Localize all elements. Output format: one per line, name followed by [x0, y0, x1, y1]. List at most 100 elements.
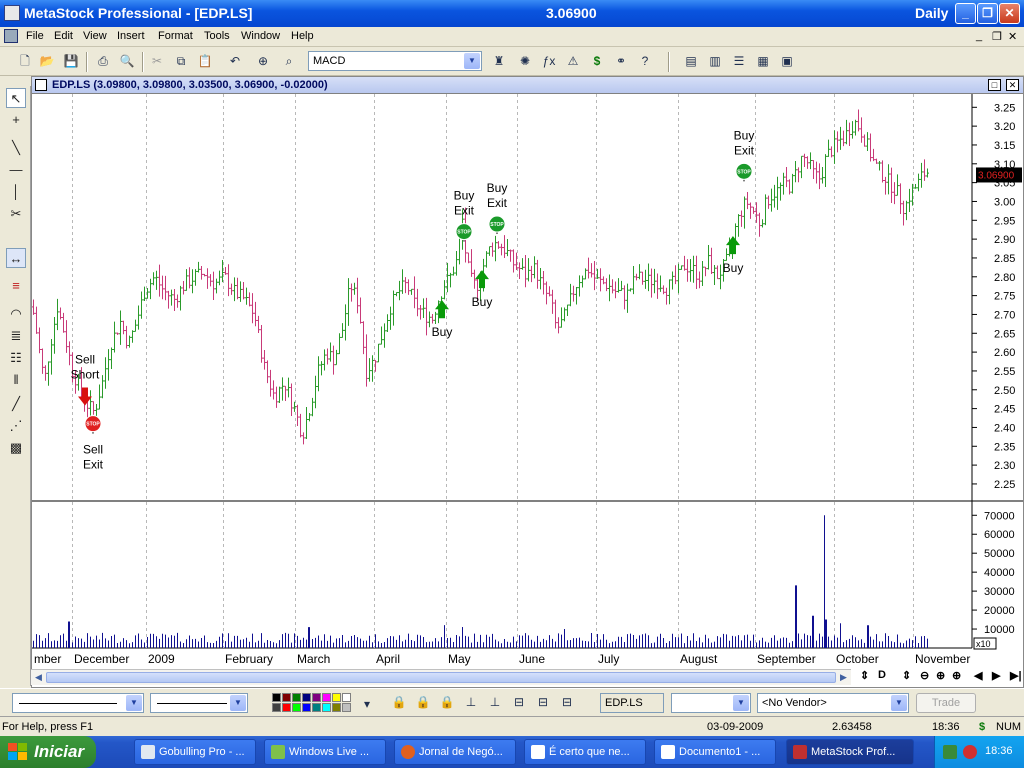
time-zones-icon[interactable]: ‖ [6, 370, 26, 390]
menu-tools[interactable]: Tools [204, 30, 230, 42]
tile-grid-icon[interactable]: ▦ [754, 52, 772, 70]
taskbar-item-jornal[interactable]: Jornal de Negó... [394, 739, 516, 765]
vertical-line-icon[interactable]: │ [6, 182, 26, 202]
paste-icon[interactable]: 📋 [196, 52, 214, 70]
arrange-icon[interactable]: ▣ [778, 52, 796, 70]
chevron-down-icon[interactable]: ▼ [891, 695, 907, 711]
chart-window[interactable]: EDP.LS (3.09800, 3.09800, 3.03500, 3.069… [31, 76, 1024, 688]
mdi-close-icon[interactable]: ✕ [1008, 30, 1017, 43]
menu-help[interactable]: Help [291, 30, 314, 42]
open-icon[interactable]: 📂 [38, 52, 56, 70]
scale-icon[interactable]: ⇕ [860, 669, 869, 682]
end-icon[interactable]: ▶| [1010, 669, 1022, 682]
menu-file[interactable]: File [26, 30, 44, 42]
trade-button[interactable]: Trade [916, 693, 976, 713]
page-right-icon[interactable]: ▶ [992, 669, 1000, 682]
chevron-down-icon[interactable]: ▼ [464, 53, 480, 69]
chart-close-icon[interactable]: ✕ [1006, 79, 1019, 91]
scissors-icon[interactable]: ✂ [6, 204, 26, 224]
symbol-field[interactable]: EDP.LS [600, 693, 664, 713]
page-left-icon[interactable]: ◀ [974, 669, 982, 682]
color-dropdown-icon[interactable]: ▾ [358, 695, 376, 713]
taskbar-item-gobulling[interactable]: Gobulling Pro - ... [134, 739, 256, 765]
tile-horizontal-icon[interactable]: ☰ [730, 52, 748, 70]
cascade-icon[interactable]: ▤ [682, 52, 700, 70]
crosshair-icon[interactable]: ⊕ [254, 52, 272, 70]
close-button[interactable]: ✕ [999, 3, 1020, 24]
bars-icon[interactable]: ⊥ [486, 693, 504, 711]
save-icon[interactable]: 💾 [62, 52, 80, 70]
zoom-icon[interactable]: ⌕ [280, 52, 298, 70]
chevron-down-icon[interactable]: ▼ [126, 695, 142, 711]
retracement-icon[interactable]: ☷ [6, 348, 26, 368]
system-tester-icon[interactable]: ⚠ [564, 52, 582, 70]
menu-view[interactable]: View [83, 30, 107, 42]
start-button[interactable]: Iniciar [0, 736, 96, 768]
line-tool-icon[interactable]: ╱ [6, 394, 26, 414]
trendline-icon[interactable]: ╲ [6, 138, 26, 158]
vendor-select[interactable]: <No Vendor> ▼ [757, 693, 909, 713]
minimize-button[interactable]: _ [955, 3, 976, 24]
bars-icon[interactable]: ⊥ [462, 693, 480, 711]
d-icon[interactable]: D [878, 669, 886, 681]
dollar-icon[interactable]: $ [588, 52, 606, 70]
channel-icon[interactable]: ≡ [6, 276, 26, 296]
zoom-scroll-icon[interactable]: ↔ [6, 248, 26, 268]
crosshair-tool-icon[interactable]: + [6, 110, 26, 130]
expert-icon[interactable]: ♜ [490, 52, 508, 70]
indicator-select[interactable]: MACD ▼ [308, 51, 482, 71]
chart-scrollbar[interactable]: ◀ ▶ [31, 669, 851, 685]
scroll-right-icon[interactable]: ▶ [837, 671, 850, 684]
lock-icon[interactable]: 🔒 [390, 693, 408, 711]
arc-icon[interactable]: ◠ [6, 304, 26, 324]
taskbar-item-documento[interactable]: Documento1 - ... [654, 739, 776, 765]
mdi-restore-icon[interactable]: ❐ [992, 30, 1002, 43]
vertical-scale-icon[interactable]: ⇕ [902, 669, 911, 682]
network-icon[interactable] [943, 745, 957, 759]
gann-icon[interactable]: ▩ [6, 438, 26, 458]
print-preview-icon[interactable]: 🔍 [118, 52, 136, 70]
symbol-select[interactable]: ▼ [671, 693, 751, 713]
fan-icon[interactable]: ⋰ [6, 416, 26, 436]
chart-maximize-icon[interactable]: □ [988, 79, 1001, 91]
zoom-out-icon[interactable]: ⊖ [920, 669, 929, 682]
chevron-down-icon[interactable]: ▼ [733, 695, 749, 711]
window-layout-icon[interactable]: ⊟ [510, 693, 528, 711]
doc-icon[interactable] [4, 29, 18, 43]
mdi-minimize-icon[interactable]: _ [976, 30, 982, 42]
restore-button[interactable]: ❐ [977, 3, 998, 24]
new-icon[interactable]: 🗋 [16, 52, 34, 70]
window-layout-icon[interactable]: ⊟ [534, 693, 552, 711]
messenger-tray-icon[interactable] [963, 745, 977, 759]
tile-vertical-icon[interactable]: ▥ [706, 52, 724, 70]
copy-icon[interactable]: ⧉ [172, 52, 190, 70]
fibonacci-icon[interactable]: ≣ [6, 326, 26, 346]
price-chart[interactable]: mber December 2009 February March April May Jun… [32, 94, 1023, 688]
pointer-icon[interactable]: ↖ [6, 88, 26, 108]
line-weight-select[interactable]: ▼ [150, 693, 248, 713]
taskbar-item-certo[interactable]: É certo que ne... [524, 739, 646, 765]
lock-icon[interactable]: 🔒 [414, 693, 432, 711]
formula-icon[interactable]: ƒx [540, 52, 558, 70]
scroll-thumb[interactable] [46, 672, 836, 683]
horizontal-line-icon[interactable]: — [6, 160, 26, 180]
zoom-in-icon[interactable]: ⊕ [936, 669, 945, 682]
color-palette[interactable] [272, 693, 356, 713]
menu-window[interactable]: Window [241, 30, 280, 42]
lock-icon[interactable]: 🔒 [438, 693, 456, 711]
menu-format[interactable]: Format [158, 30, 193, 42]
explorer-icon[interactable]: ✺ [516, 52, 534, 70]
binoculars-icon[interactable]: ⚭ [612, 52, 630, 70]
scroll-left-icon[interactable]: ◀ [32, 671, 45, 684]
cut-icon[interactable]: ✂ [148, 52, 166, 70]
chevron-down-icon[interactable]: ▼ [230, 695, 246, 711]
help-pointer-icon[interactable]: ? [636, 52, 654, 70]
window-layout-icon[interactable]: ⊟ [558, 693, 576, 711]
zoom-reset-icon[interactable]: ⊕ [952, 669, 961, 682]
taskbar-item-metastock[interactable]: MetaStock Prof... [786, 739, 914, 765]
menu-insert[interactable]: Insert [117, 30, 145, 42]
taskbar-item-windows-live[interactable]: Windows Live ... [264, 739, 386, 765]
undo-icon[interactable]: ↶ [226, 52, 244, 70]
menu-edit[interactable]: Edit [54, 30, 73, 42]
print-icon[interactable]: ⎙ [94, 52, 112, 70]
